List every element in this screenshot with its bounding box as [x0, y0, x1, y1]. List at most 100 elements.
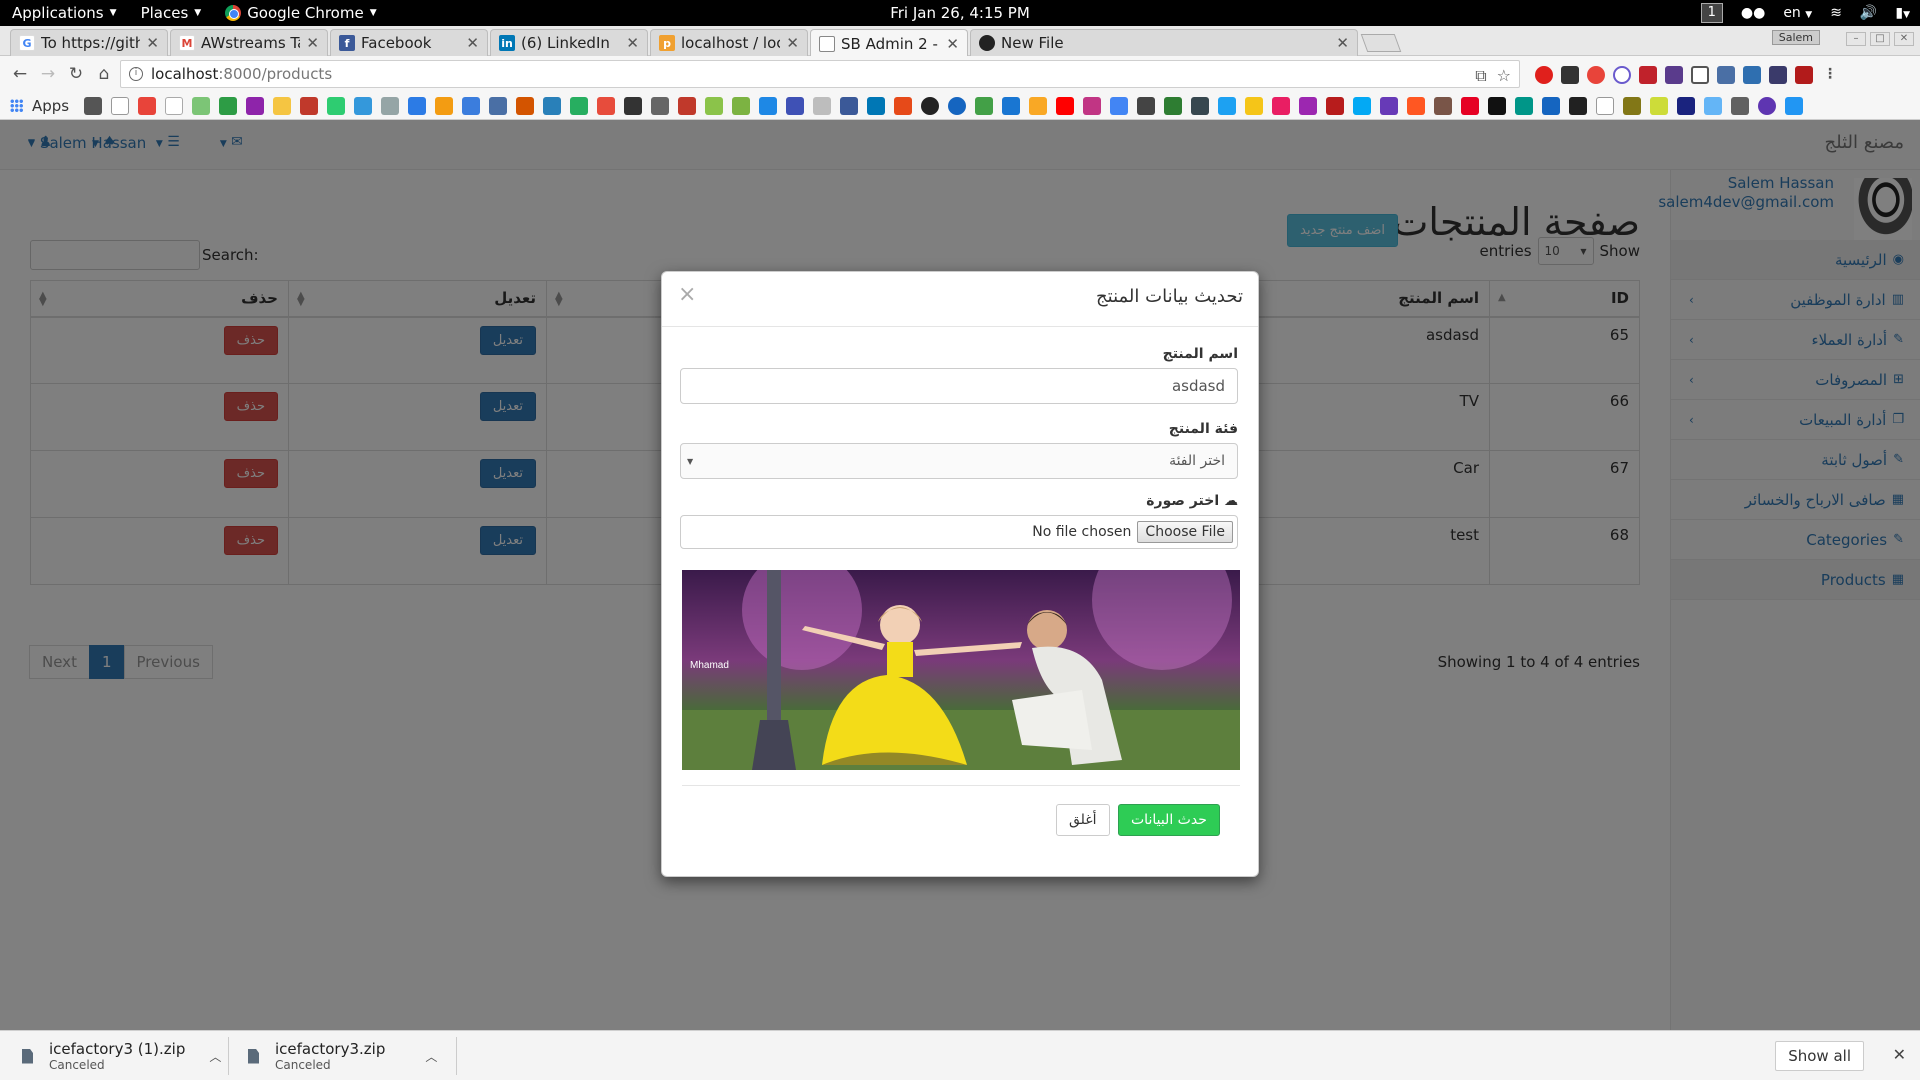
bookmark-icon[interactable] — [1704, 96, 1723, 115]
new-tab-button[interactable] — [1360, 34, 1402, 52]
bookmark-icon[interactable] — [1596, 96, 1615, 115]
bookmark-icon[interactable] — [975, 96, 994, 115]
bookmark-icon[interactable] — [1677, 96, 1696, 115]
wifi-icon[interactable]: ≋ — [1830, 5, 1842, 21]
bookmark-icon[interactable] — [1488, 96, 1507, 115]
bookmark-icon[interactable] — [435, 96, 454, 115]
clock[interactable]: Fri Jan 26, 4:15 PM — [890, 4, 1030, 22]
bookmark-icon[interactable] — [813, 96, 832, 115]
language-selector[interactable]: en ▼ — [1783, 5, 1812, 21]
product-name-input[interactable]: asdasd — [680, 368, 1238, 404]
bookmark-icon[interactable] — [1758, 96, 1777, 115]
applications-menu[interactable]: Applications ▼ — [0, 0, 129, 26]
bookmark-icon[interactable] — [705, 96, 724, 115]
bookmark-icon[interactable] — [246, 96, 265, 115]
camera-icon[interactable]: ●● — [1741, 5, 1765, 21]
bookmark-icon[interactable] — [678, 96, 697, 115]
bookmark-icon[interactable] — [1083, 96, 1102, 115]
bookmark-icon[interactable] — [786, 96, 805, 115]
bookmark-icon[interactable] — [1407, 96, 1426, 115]
tab-new-file[interactable]: New File ✕ — [970, 29, 1358, 56]
forward-icon[interactable]: → — [36, 64, 60, 84]
bookmark-icon[interactable] — [462, 96, 481, 115]
bookmark-icon[interactable] — [192, 96, 211, 115]
adblock-icon[interactable] — [1587, 66, 1605, 84]
bookmark-icon[interactable] — [165, 96, 184, 115]
close-modal-button[interactable]: أغلق — [1056, 804, 1110, 836]
profile-badge[interactable]: Salem — [1771, 30, 1820, 45]
bookmark-icon[interactable] — [1137, 96, 1156, 115]
bookmark-icon[interactable] — [1380, 96, 1399, 115]
bookmark-icon[interactable] — [1110, 96, 1129, 115]
bookmark-icon[interactable] — [1623, 96, 1642, 115]
bookmark-icon[interactable] — [1785, 96, 1804, 115]
close-tab-icon[interactable]: ✕ — [786, 34, 799, 52]
address-bar[interactable]: i localhost:8000/products ⧉ ☆ — [120, 60, 1520, 88]
extension-icon[interactable] — [1665, 66, 1683, 84]
bookmark-icon[interactable] — [516, 96, 535, 115]
tab-linkedin[interactable]: in (6) LinkedIn ✕ — [490, 29, 648, 56]
bookmark-icon[interactable] — [1569, 96, 1588, 115]
chevron-up-icon[interactable]: ︿ — [209, 1048, 221, 1065]
bookmark-icon[interactable] — [543, 96, 562, 115]
bookmark-icon[interactable] — [948, 96, 967, 115]
chrome-menu-icon[interactable]: ⋮ — [1821, 66, 1839, 84]
bookmark-icon[interactable] — [1191, 96, 1210, 115]
colorpicker-icon[interactable] — [1717, 66, 1735, 84]
category-select[interactable]: ▼ اختر الفئة — [680, 443, 1238, 479]
bookmark-icon[interactable] — [1434, 96, 1453, 115]
extension-icon[interactable] — [1613, 66, 1631, 84]
volume-icon[interactable]: 🔊 — [1860, 5, 1877, 21]
bookmark-icon[interactable] — [867, 96, 886, 115]
download-item[interactable]: icefactory3 (1).zip Canceled ︿ — [22, 1031, 221, 1081]
bookmark-icon[interactable] — [138, 96, 157, 115]
bookmark-icon[interactable] — [273, 96, 292, 115]
extension-icon[interactable] — [1561, 66, 1579, 84]
close-tab-icon[interactable]: ✕ — [146, 34, 159, 52]
tab-awstreams[interactable]: M AWstreams Task -Pl ✕ — [170, 29, 328, 56]
apps-icon[interactable] — [10, 99, 23, 112]
close-window-icon[interactable]: ✕ — [1894, 32, 1914, 46]
bookmark-icon[interactable] — [1353, 96, 1372, 115]
bookmark-icon[interactable] — [624, 96, 643, 115]
bookmark-icon[interactable] — [1731, 96, 1750, 115]
close-tab-icon[interactable]: ✕ — [306, 34, 319, 52]
home-icon[interactable]: ⌂ — [92, 64, 116, 84]
maximize-icon[interactable]: □ — [1870, 32, 1890, 46]
extension-icon[interactable] — [1795, 66, 1813, 84]
tab-sb-admin[interactable]: SB Admin 2 - Bootst ✕ — [810, 29, 968, 57]
bookmark-icon[interactable] — [1461, 96, 1480, 115]
tab-phpmyadmin[interactable]: p localhost / localhost ✕ — [650, 29, 808, 56]
download-item[interactable]: icefactory3.zip Canceled ︿ — [248, 1031, 437, 1081]
minimize-icon[interactable]: – — [1846, 32, 1866, 46]
chevron-up-icon[interactable]: ︿ — [425, 1048, 437, 1065]
workspace-indicator[interactable]: 1 — [1700, 3, 1723, 23]
bookmark-icon[interactable] — [1272, 96, 1291, 115]
bookmark-icon[interactable] — [1326, 96, 1345, 115]
bookmark-icon[interactable] — [354, 96, 373, 115]
extension-icon[interactable] — [1743, 66, 1761, 84]
bookmark-icon[interactable] — [300, 96, 319, 115]
choose-file-button[interactable]: Choose File — [1137, 521, 1233, 543]
close-tab-icon[interactable]: ✕ — [946, 35, 959, 53]
ublock-icon[interactable] — [1639, 66, 1657, 84]
modal-backdrop[interactable]: تحديث بيانات المنتج × اسم المنتج asdasd … — [0, 120, 1920, 1030]
bookmark-icon[interactable] — [111, 96, 130, 115]
show-all-button[interactable]: Show all — [1775, 1041, 1864, 1071]
bookmark-icon[interactable] — [219, 96, 238, 115]
bookmark-icon[interactable] — [894, 96, 913, 115]
file-input[interactable]: No file chosen Choose File — [680, 515, 1238, 549]
update-data-button[interactable]: حدث البيانات — [1118, 804, 1220, 836]
bookmark-icon[interactable] — [840, 96, 859, 115]
battery-icon[interactable]: ▮▼ — [1895, 5, 1910, 21]
opera-extension-icon[interactable] — [1535, 66, 1553, 84]
places-menu[interactable]: Places ▼ — [129, 0, 214, 26]
bookmark-icon[interactable] — [327, 96, 346, 115]
bookmark-icon[interactable] — [1218, 96, 1237, 115]
reload-icon[interactable]: ↻ — [64, 64, 88, 84]
close-tab-icon[interactable]: ✕ — [1336, 34, 1349, 52]
bookmark-icon[interactable] — [381, 96, 400, 115]
bookmark-icon[interactable] — [1029, 96, 1048, 115]
bookmark-icon[interactable] — [921, 96, 940, 115]
bookmark-icon[interactable] — [1650, 96, 1669, 115]
